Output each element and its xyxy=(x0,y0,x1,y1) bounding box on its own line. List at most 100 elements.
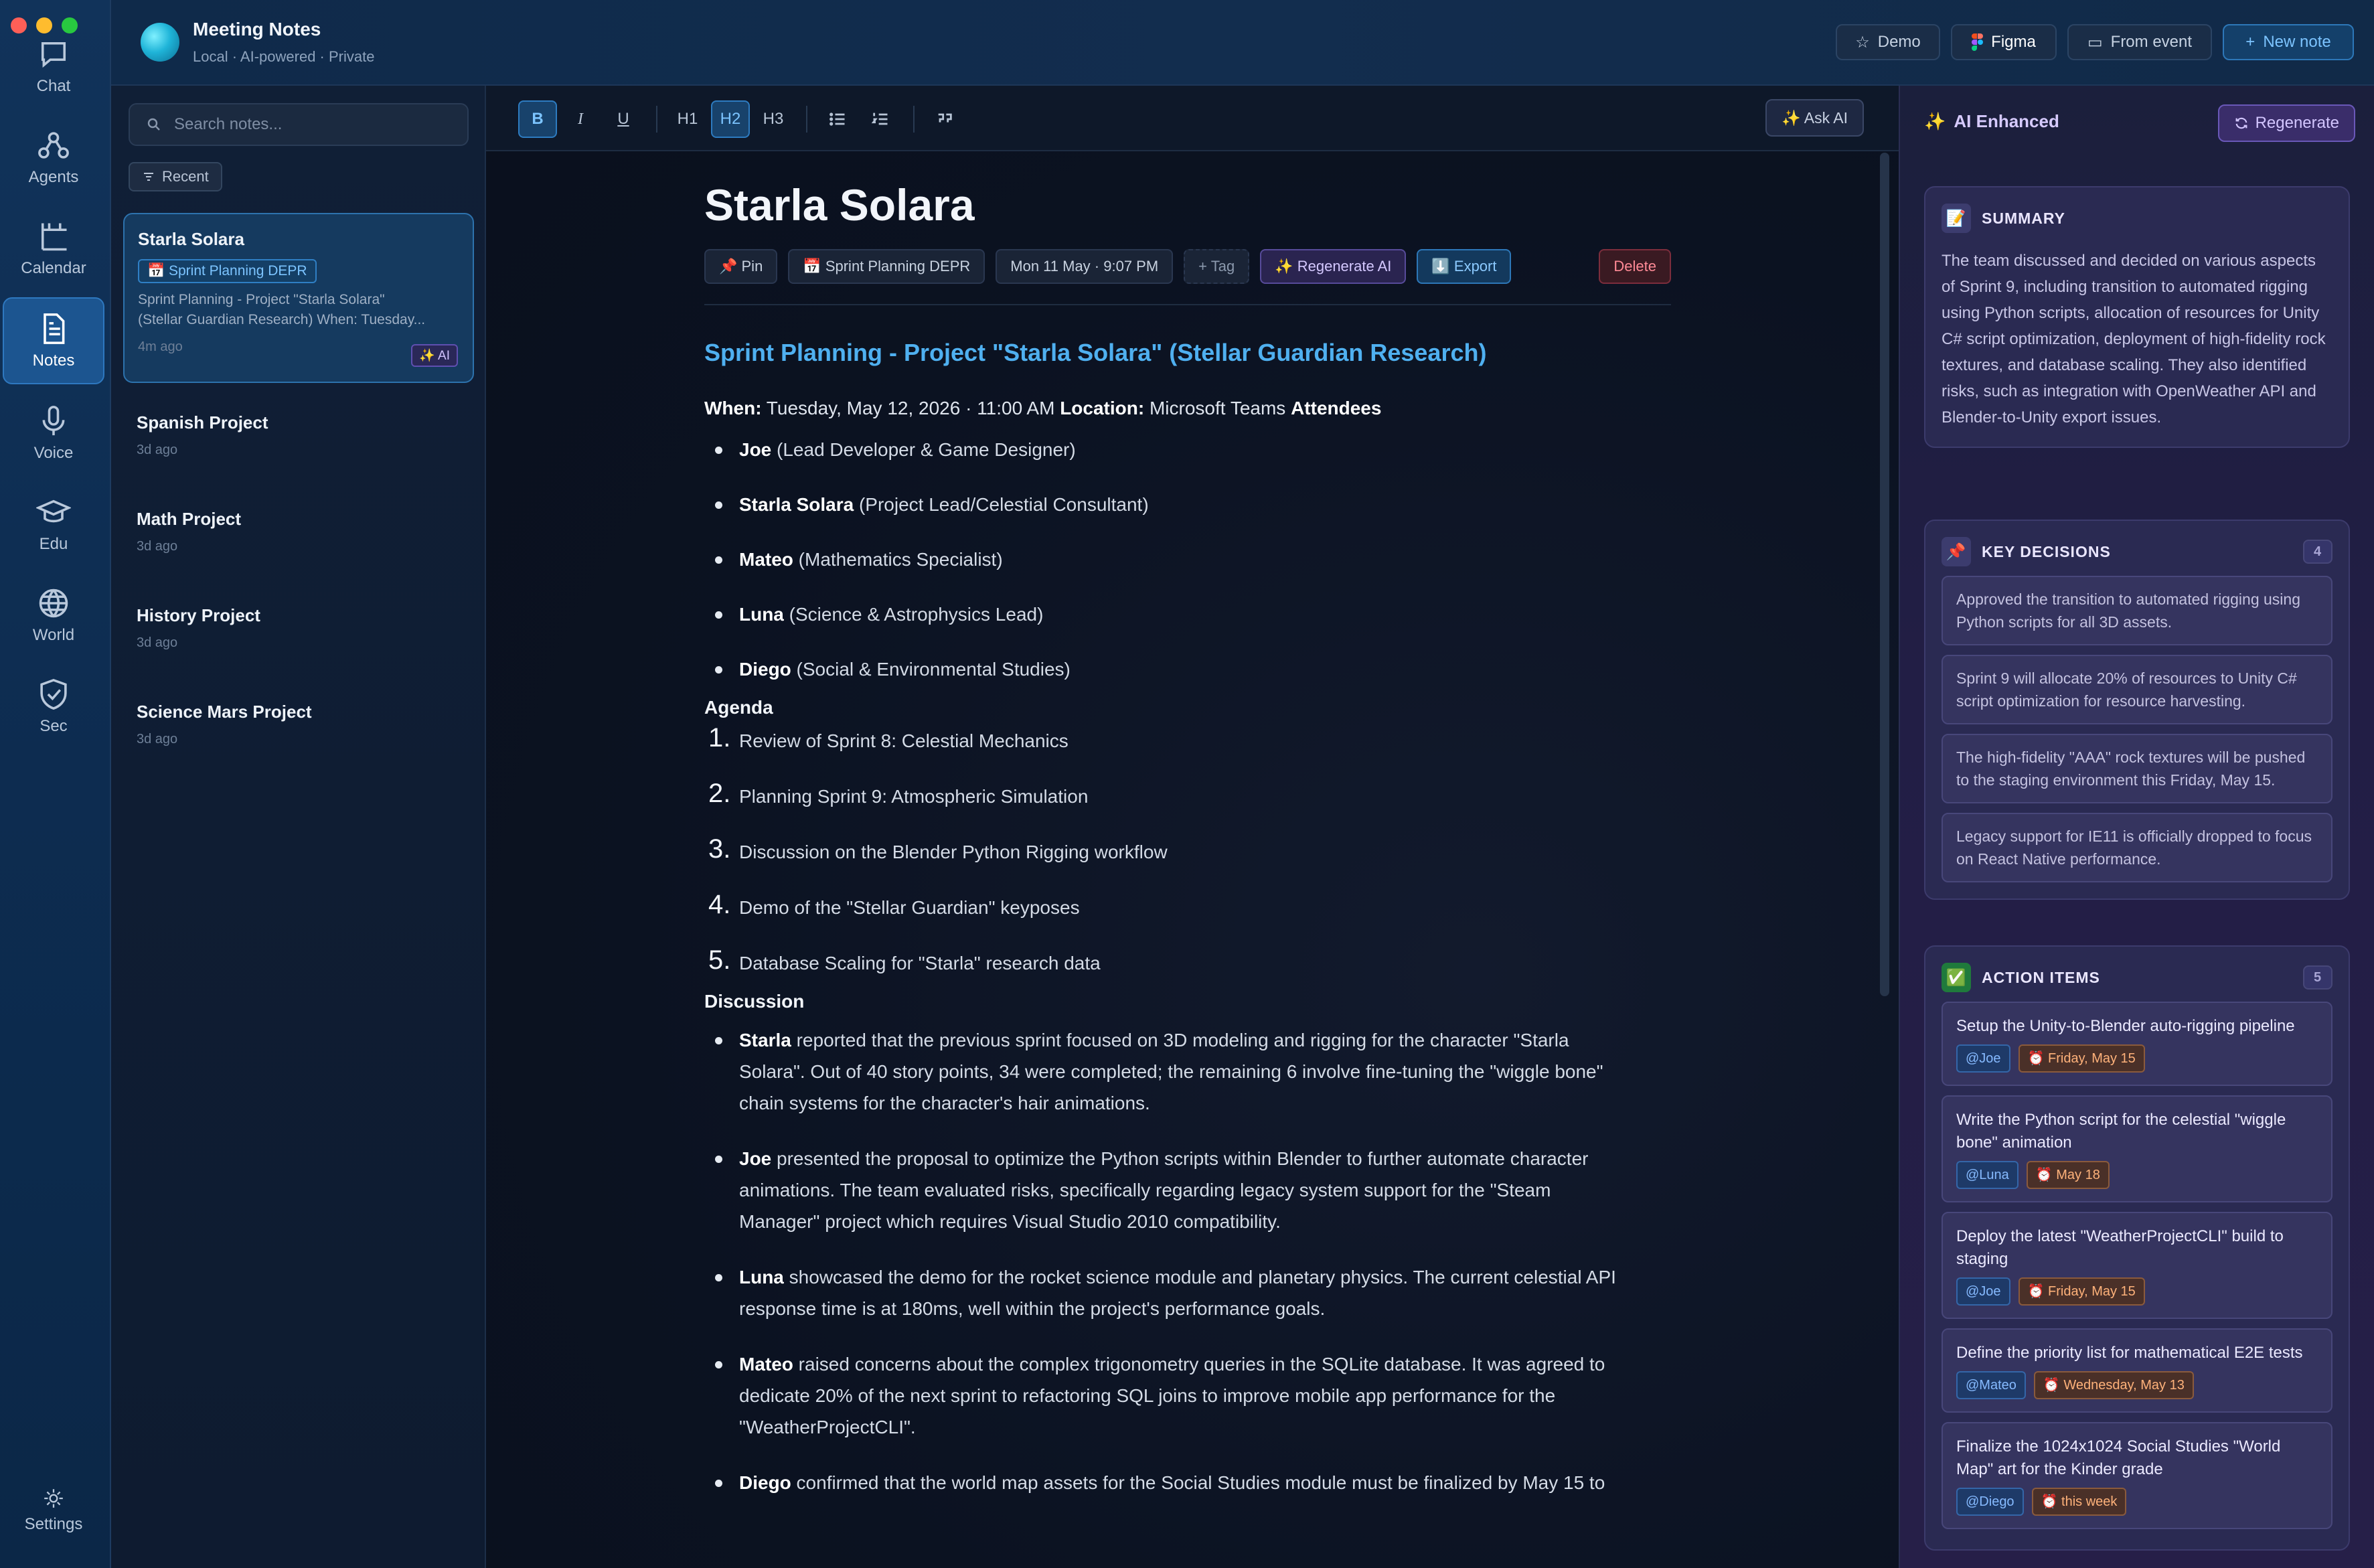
heading-3-button[interactable]: H3 xyxy=(754,100,793,138)
note-title-heading[interactable]: Starla Solara xyxy=(704,179,1671,230)
discussion-item: Luna showcased the demo for the rocket s… xyxy=(704,1261,1671,1324)
note-document[interactable]: Starla Solara 📌 Pin 📅 Sprint Planning DE… xyxy=(704,151,1671,1498)
note-document-icon xyxy=(44,313,65,344)
notes-sidebar: Recent Starla Solara 📅 Sprint Planning D… xyxy=(111,86,486,1568)
heading-1-button[interactable]: H1 xyxy=(668,100,707,138)
decision-item: Approved the transition to automated rig… xyxy=(1942,576,2332,645)
figma-button[interactable]: Figma xyxy=(1951,24,2057,60)
rail-item-notes[interactable]: Notes xyxy=(3,297,104,384)
new-note-button[interactable]: + New note xyxy=(2223,24,2354,60)
summary-text: The team discussed and decided on variou… xyxy=(1942,252,2326,426)
pin-button[interactable]: 📌 Pin xyxy=(704,249,778,284)
rail-item-label: Voice xyxy=(33,444,74,462)
action-item[interactable]: Setup the Unity-to-Blender auto-rigging … xyxy=(1942,1002,2332,1086)
demo-button[interactable]: ☆ Demo xyxy=(1836,24,1940,60)
discussion-list: Starla reported that the previous sprint… xyxy=(704,1024,1671,1498)
search-input[interactable] xyxy=(174,115,442,134)
action-item[interactable]: Finalize the 1024x1024 Social Studies "W… xyxy=(1942,1422,2332,1529)
rail-item-label: Agents xyxy=(28,168,79,186)
rail-item-calendar[interactable]: Calendar xyxy=(3,205,104,292)
agenda-text: Discussion on the Blender Python Rigging… xyxy=(739,842,1168,862)
rail-item-edu[interactable]: Edu xyxy=(3,481,104,568)
template-button[interactable]: 📅 Sprint Planning DEPR xyxy=(788,249,985,284)
ask-ai-button[interactable]: ✨ Ask AI xyxy=(1765,99,1864,137)
toolbar-divider xyxy=(656,106,657,133)
underline-button[interactable]: U xyxy=(604,100,643,138)
attendee-item: Joe (Lead Developer & Game Designer) xyxy=(704,434,1671,465)
rail-item-label: Notes xyxy=(32,351,75,370)
attendee-role: (Science & Astrophysics Lead) xyxy=(783,604,1044,625)
numbered-list-button[interactable] xyxy=(861,100,900,138)
note-list-item[interactable]: Math Project 3d ago xyxy=(123,494,474,569)
filter-icon xyxy=(144,173,153,181)
rail-item-agents[interactable]: Agents xyxy=(3,114,104,201)
ai-enhanced-panel: ✨ AI Enhanced Regenerate 📝 SUMMARY The t… xyxy=(1899,86,2374,1568)
note-timestamp: 3d ago xyxy=(137,443,178,457)
assignee-chip: @Luna xyxy=(1956,1161,2019,1189)
note-meta-row: 📌 Pin 📅 Sprint Planning DEPR Mon 11 May … xyxy=(704,248,1671,285)
attendee-item: Mateo (Mathematics Specialist) xyxy=(704,544,1671,575)
due-date-chip: ⏰ May 18 xyxy=(2026,1161,2110,1189)
due-date-chip: ⏰ Friday, May 15 xyxy=(2018,1044,2145,1073)
rail-item-world[interactable]: World xyxy=(3,572,104,659)
rail-item-voice[interactable]: Voice xyxy=(3,390,104,477)
note-list-item[interactable]: Science Mars Project 3d ago xyxy=(123,687,474,762)
italic-button[interactable]: I xyxy=(561,100,600,138)
globe-icon xyxy=(39,589,68,618)
regenerate-ai-button[interactable]: ✨ Regenerate AI xyxy=(1260,249,1407,284)
note-heading: Sprint Planning - Project "Starla Solara… xyxy=(704,339,1487,366)
note-list-item[interactable]: Spanish Project 3d ago xyxy=(123,398,474,473)
graduation-cap-icon xyxy=(36,499,71,523)
search-box[interactable] xyxy=(129,103,469,146)
rail-item-settings[interactable]: Settings xyxy=(3,1470,104,1551)
add-tag-button[interactable]: + Tag xyxy=(1184,249,1250,284)
recent-filter-button[interactable]: Recent xyxy=(129,162,222,191)
action-items-header: ✅ ACTION ITEMS 5 xyxy=(1942,963,2332,992)
decision-item: Legacy support for IE11 is officially dr… xyxy=(1942,813,2332,882)
delete-button[interactable]: Delete xyxy=(1599,249,1671,284)
bold-button[interactable]: B xyxy=(518,100,557,138)
assignee-chip: @Mateo xyxy=(1956,1371,2026,1399)
from-event-button[interactable]: ▭ From event xyxy=(2067,24,2212,60)
attendees-label: Attendees xyxy=(1291,398,1382,418)
note-list-item[interactable]: History Project 3d ago xyxy=(123,591,474,665)
due-date-chip: ⏰ Wednesday, May 13 xyxy=(2033,1371,2194,1399)
rail-item-sec[interactable]: Sec xyxy=(3,663,104,750)
star-icon: ☆ xyxy=(1855,33,1870,52)
action-text: Deploy the latest "WeatherProjectCLI" bu… xyxy=(1956,1227,2284,1268)
refresh-icon xyxy=(2235,117,2247,129)
agenda-number: 5. xyxy=(708,945,731,975)
discussion-text: showcased the demo for the rocket scienc… xyxy=(783,1267,1616,1287)
bullet-list-button[interactable] xyxy=(818,100,857,138)
plus-icon: + xyxy=(2245,33,2256,51)
speaker-name: Diego xyxy=(739,1472,791,1493)
rail-item-label: Calendar xyxy=(21,259,86,277)
when-value: Tuesday, May 12, 2026 · 11:00 AM xyxy=(761,398,1060,418)
microphone-icon xyxy=(42,406,65,436)
action-text: Define the priority list for mathematica… xyxy=(1956,1344,2303,1362)
editor-scrollbar[interactable] xyxy=(1880,153,1889,996)
rail-item-label: Edu xyxy=(39,535,68,553)
agenda-item: 2. Planning Sprint 9: Atmospheric Simulat… xyxy=(704,779,1671,812)
ai-panel-header: ✨ AI Enhanced xyxy=(1924,111,2059,132)
left-rail: Chat Agents Calendar Notes Voice Edu Wor… xyxy=(0,0,111,1568)
note-list-item[interactable]: Starla Solara 📅 Sprint Planning DEPR Spr… xyxy=(123,213,474,383)
meeting-notes-app: Chat Agents Calendar Notes Voice Edu Wor… xyxy=(0,0,2374,1568)
regenerate-label: Regenerate xyxy=(2255,114,2339,132)
rail-item-chat[interactable]: Chat xyxy=(3,23,104,110)
heading-2-button[interactable]: H2 xyxy=(711,100,750,138)
attendee-item: Luna (Science & Astrophysics Lead) xyxy=(704,599,1671,630)
agenda-list: 1. Review of Sprint 8: Celestial Mechanic… xyxy=(704,723,1671,979)
agenda-item: 4. Demo of the "Stellar Guardian" keypose… xyxy=(704,890,1671,923)
attendee-role: (Social & Environmental Studies) xyxy=(791,659,1071,680)
regenerate-button[interactable]: Regenerate xyxy=(2217,104,2355,142)
action-item[interactable]: Define the priority list for mathematica… xyxy=(1942,1328,2332,1413)
quote-button[interactable] xyxy=(925,100,964,138)
action-item[interactable]: Deploy the latest "WeatherProjectCLI" bu… xyxy=(1942,1212,2332,1319)
action-item[interactable]: Write the Python script for the celestia… xyxy=(1942,1095,2332,1202)
attendees-list: Joe (Lead Developer & Game Designer) Sta… xyxy=(704,434,1671,685)
speaker-name: Starla xyxy=(739,1030,791,1050)
rail-item-label: Sec xyxy=(39,717,68,735)
agenda-text: Review of Sprint 8: Celestial Mechanics xyxy=(739,730,1069,751)
export-button[interactable]: ⬇️ Export xyxy=(1417,249,1512,284)
